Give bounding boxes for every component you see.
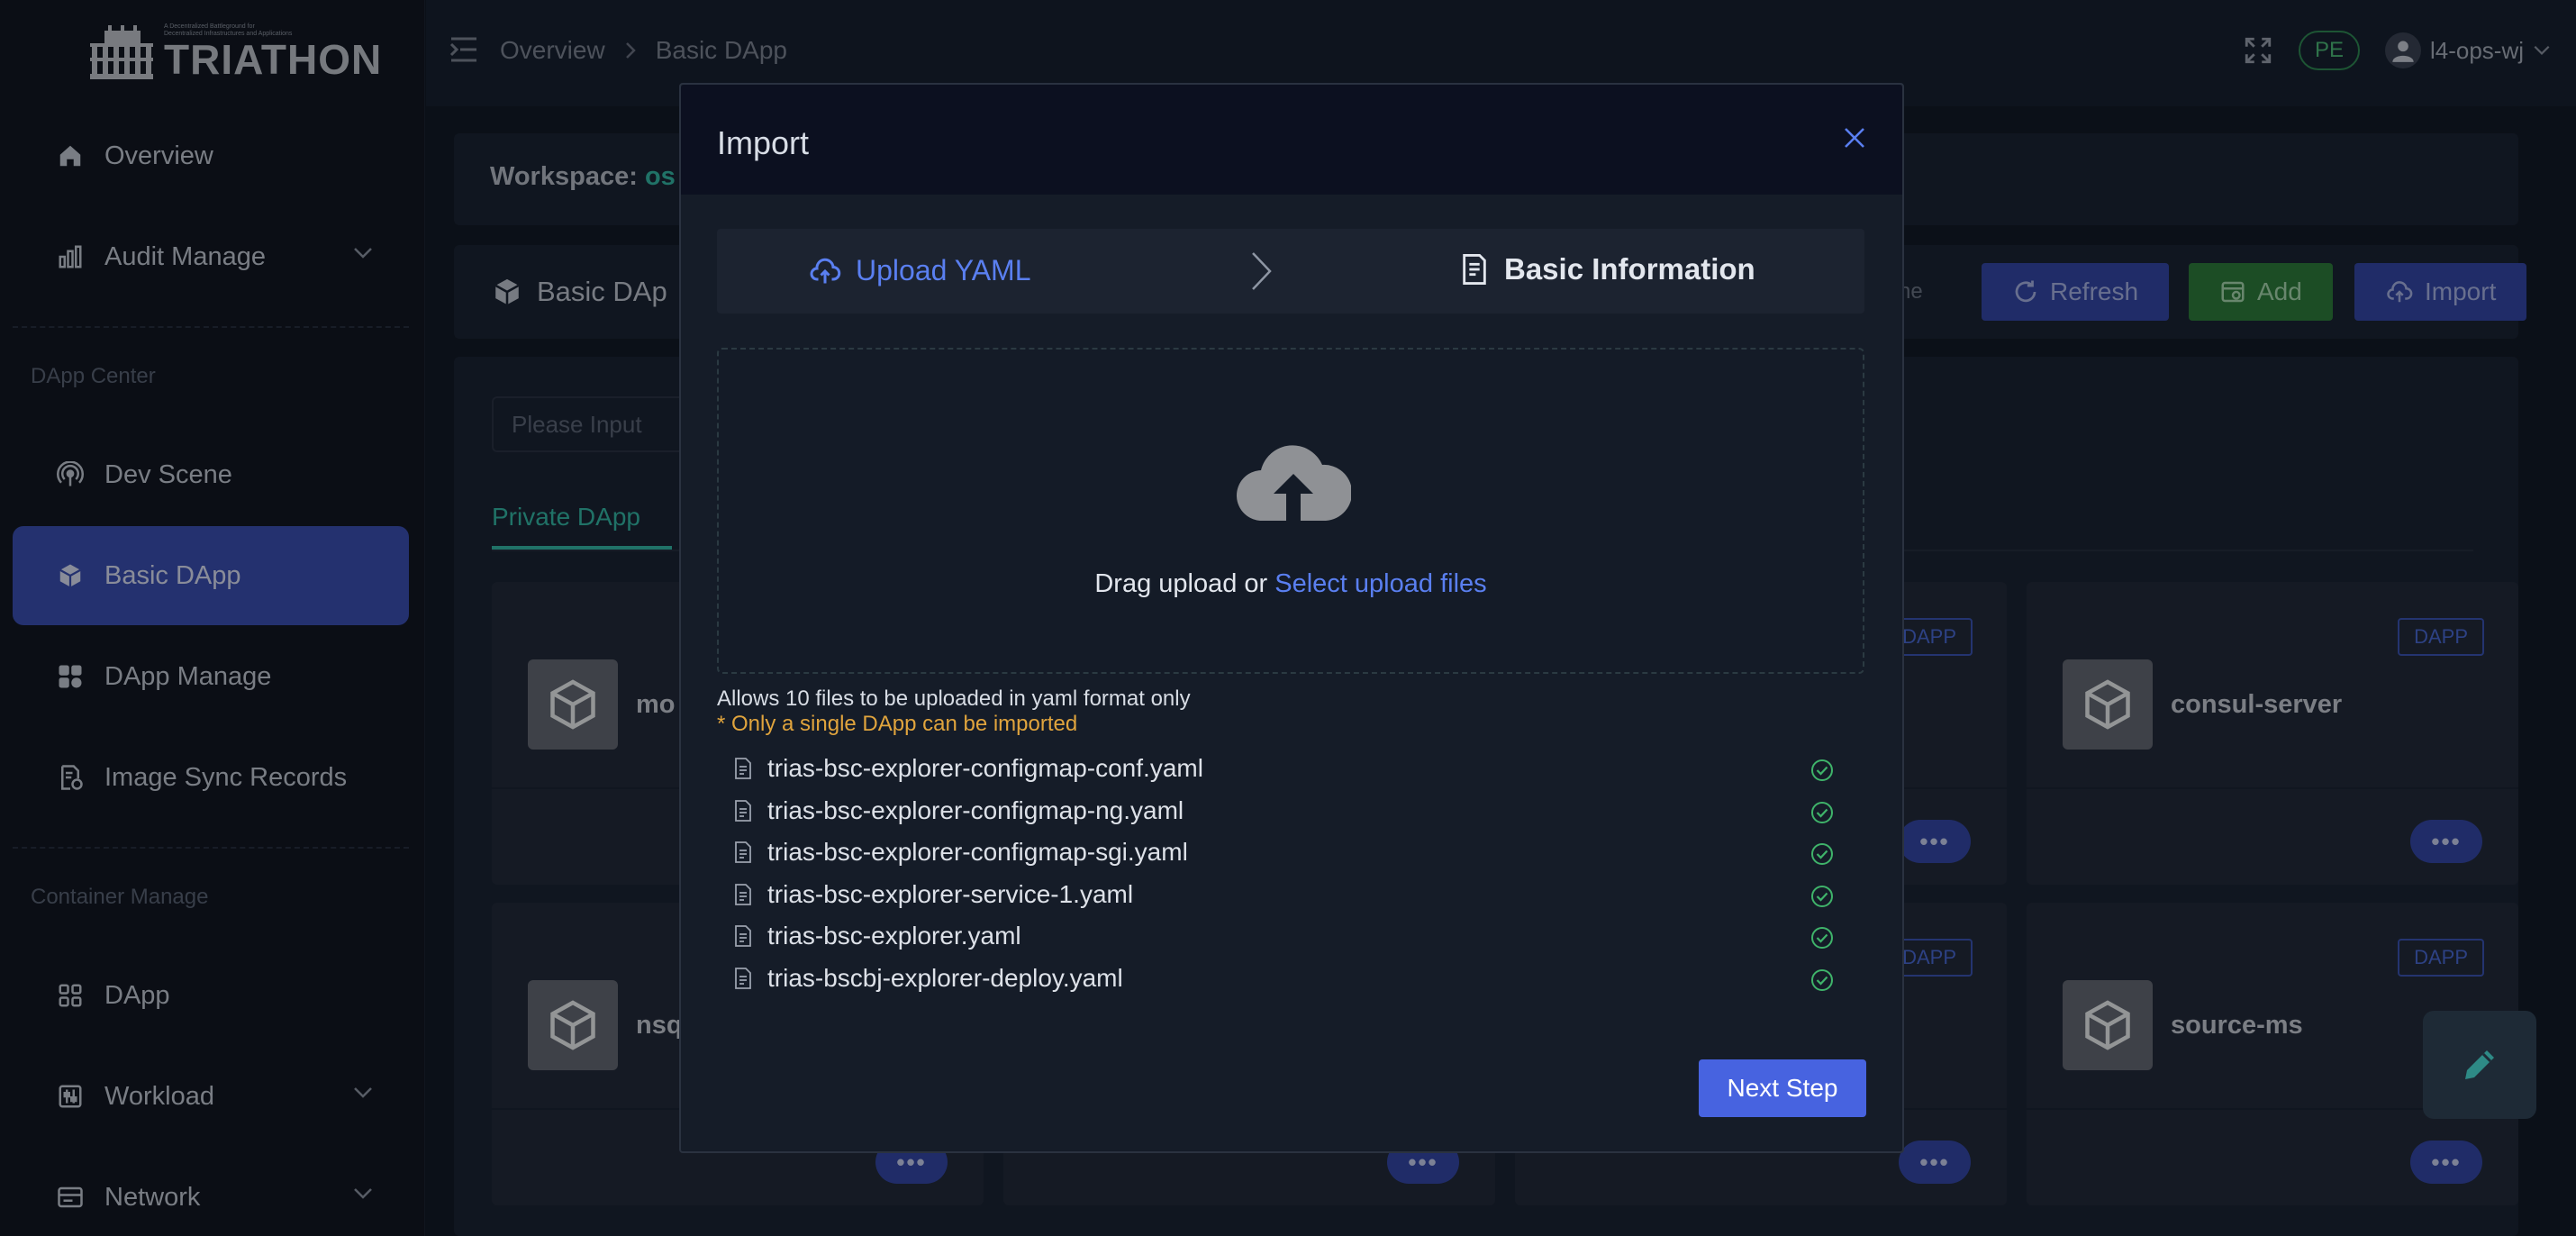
file-icon [733, 757, 755, 780]
file-icon [733, 967, 755, 990]
cloud-upload-icon [810, 258, 841, 283]
file-icon [733, 924, 755, 948]
next-step-button[interactable]: Next Step [1699, 1059, 1866, 1117]
check-circle-icon [1811, 801, 1833, 823]
file-name: trias-bsc-explorer-configmap-sgi.yaml [767, 838, 1188, 867]
check-circle-icon [1811, 885, 1833, 907]
check-circle-icon [1811, 927, 1833, 949]
file-item[interactable]: trias-bsc-explorer-configmap-sgi.yaml [733, 832, 1834, 874]
dropzone-text: Drag upload or Select upload files [719, 569, 1863, 599]
dropzone-hint: Drag upload or [1094, 569, 1275, 598]
file-item[interactable]: trias-bsc-explorer-configmap-conf.yaml [733, 748, 1834, 790]
file-icon [733, 799, 755, 822]
step-label: Basic Information [1504, 252, 1755, 286]
step-basic-information: Basic Information [1459, 252, 1755, 286]
floating-edit-button[interactable] [2423, 1011, 2536, 1119]
uploaded-file-list: trias-bsc-explorer-configmap-conf.yaml t… [733, 748, 1834, 999]
import-modal: Import Upload YAML Basic Information Dra… [679, 83, 1904, 1153]
check-circle-icon [1811, 759, 1833, 781]
check-circle-icon [1811, 968, 1833, 991]
step-upload-yaml: Upload YAML [807, 254, 1030, 287]
close-icon[interactable] [1843, 126, 1866, 150]
pencil-icon [2465, 1050, 2494, 1079]
upload-format-hint: Allows 10 files to be uploaded in yaml f… [717, 686, 1191, 711]
file-name: trias-bsc-explorer-service-1.yaml [767, 879, 1134, 908]
step-label: Upload YAML [856, 254, 1031, 286]
file-item[interactable]: trias-bsc-explorer.yaml [733, 915, 1834, 958]
file-item[interactable]: trias-bscbj-explorer-deploy.yaml [733, 958, 1834, 1000]
select-upload-files-link[interactable]: Select upload files [1274, 569, 1486, 598]
file-item[interactable]: trias-bsc-explorer-configmap-ng.yaml [733, 790, 1834, 832]
cloud-upload-icon [1237, 445, 1351, 522]
document-icon [1463, 254, 1486, 285]
file-name: trias-bscbj-explorer-deploy.yaml [767, 963, 1123, 992]
file-item[interactable]: trias-bsc-explorer-service-1.yaml [733, 874, 1834, 916]
steps-bar: Upload YAML Basic Information [717, 229, 1864, 314]
chevron-right-icon [1252, 252, 1272, 290]
file-name: trias-bsc-explorer-configmap-ng.yaml [767, 795, 1184, 824]
check-circle-icon [1811, 843, 1833, 865]
file-name: trias-bsc-explorer.yaml [767, 922, 1021, 950]
modal-header: Import [681, 85, 1902, 195]
upload-dropzone[interactable]: Drag upload or Select upload files [717, 348, 1864, 674]
file-icon [733, 883, 755, 906]
file-icon [733, 841, 755, 864]
file-name: trias-bsc-explorer-configmap-conf.yaml [767, 754, 1203, 783]
single-dapp-warning: * Only a single DApp can be imported [717, 712, 1078, 736]
modal-title: Import [717, 124, 810, 161]
